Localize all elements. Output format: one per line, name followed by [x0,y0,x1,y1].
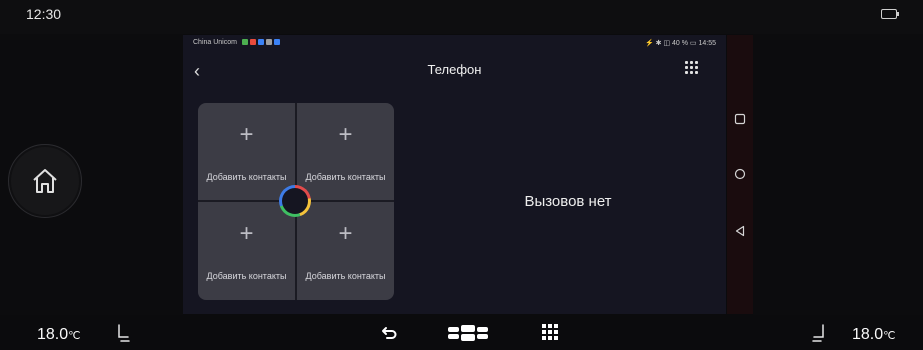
phone-status-right: ⚡ ✱ ◫ 40 % ▭ 14:55 [644,40,716,47]
phone-mirror-screen: China Unicom ⚡ ✱ ◫ 40 % ▭ 14:55 ‹ Телефо… [183,35,726,314]
assistant-ring-icon[interactable] [279,185,311,217]
phone-home-button[interactable] [727,167,753,185]
plus-icon: + [239,121,254,148]
circle-icon [734,168,746,180]
plus-icon: + [338,220,353,247]
left-temperature[interactable]: 18.0℃ [37,326,81,344]
add-contact-label: Добавить контакты [305,172,386,182]
add-contact-tile[interactable]: + Добавить контакты [198,103,295,200]
recent-apps-button[interactable] [727,112,753,130]
add-contact-label: Добавить контакты [206,271,287,281]
dialpad-grid-icon[interactable] [685,61,699,75]
phone-status-bar: China Unicom ⚡ ✱ ◫ 40 % ▭ 14:55 [183,35,726,51]
notification-icons [241,39,280,46]
page-title: Телефон [427,62,482,77]
plus-icon: + [338,121,353,148]
clock: 12:30 [26,6,62,22]
battery-icon [881,9,899,19]
phone-nav-bar [727,35,753,314]
favorite-contacts-grid: + Добавить контакты + Добавить контакты … [198,103,394,300]
triangle-back-icon [735,225,745,237]
vehicle-bottom-bar: 18.0℃ 18.0℃ [0,315,923,350]
car-apps-icon[interactable] [448,325,488,341]
driver-seat-heat-icon[interactable] [116,324,130,342]
right-temperature[interactable]: 18.0℃ [852,326,896,344]
add-contact-tile[interactable]: + Добавить контакты [297,103,394,200]
right-panel [753,34,923,315]
add-contact-tile[interactable]: + Добавить контакты [198,202,295,299]
plus-icon: + [239,220,254,247]
add-contact-label: Добавить контакты [206,172,287,182]
square-icon [734,113,746,125]
system-status-bar: 12:30 [0,0,923,34]
phone-back-button[interactable] [727,224,753,242]
app-grid-icon[interactable] [542,324,558,340]
empty-call-log-text: Вызовов нет [524,193,612,210]
home-icon [33,169,57,193]
add-contact-label: Добавить контакты [305,271,386,281]
return-icon[interactable] [381,326,397,340]
passenger-seat-heat-icon[interactable] [812,324,826,342]
add-contact-tile[interactable]: + Добавить контакты [297,202,394,299]
carrier-name: China Unicom [193,39,237,46]
home-button[interactable] [8,144,82,218]
app-bar: ‹ Телефон [183,51,726,91]
